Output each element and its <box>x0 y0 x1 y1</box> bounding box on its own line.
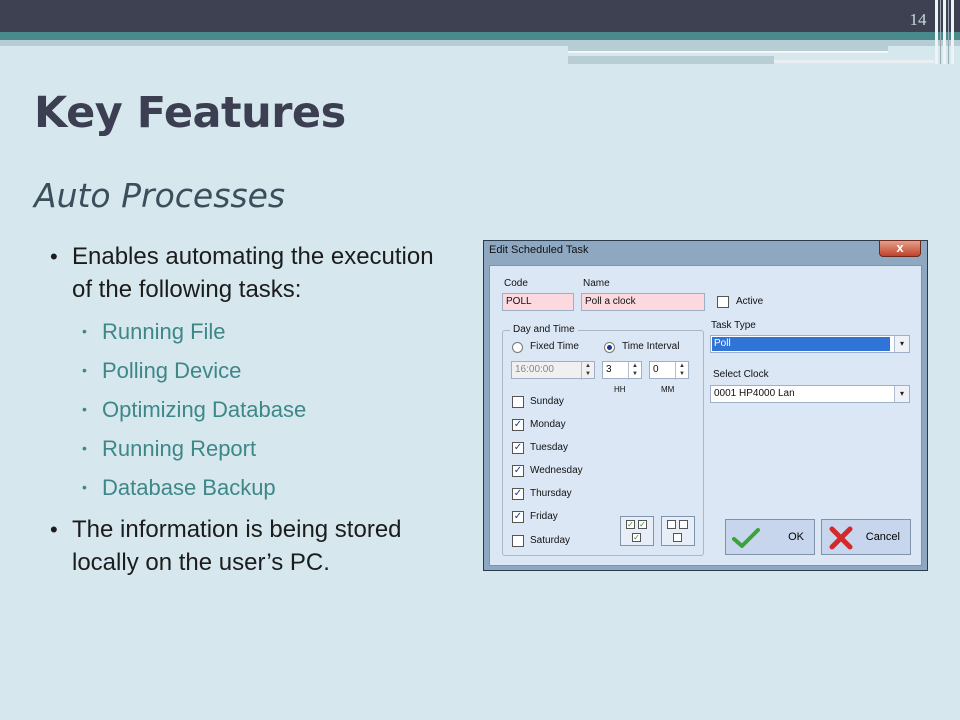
code-label: Code <box>504 278 528 289</box>
thursday-checkbox[interactable]: ✓ <box>512 488 524 500</box>
mm-value: 0 <box>653 364 659 375</box>
select-clock-select[interactable]: 0001 HP4000 Lan ▾ <box>710 385 910 403</box>
slide-title: Key Features <box>34 88 346 138</box>
chevron-down-icon[interactable]: ▾ <box>894 336 909 352</box>
monday-checkbox[interactable]: ✓ <box>512 419 524 431</box>
saturday-label: Saturday <box>530 535 571 546</box>
fixed-time-label: Fixed Time <box>530 341 579 352</box>
sunday-checkbox[interactable] <box>512 396 524 408</box>
spinner-icon[interactable]: ▲ ▼ <box>581 362 594 380</box>
sub-bullet-item: Running Report <box>82 429 440 468</box>
ok-button[interactable]: OK <box>725 519 815 555</box>
clock-value: 0001 HP4000 Lan <box>714 388 795 399</box>
wednesday-checkbox[interactable]: ✓ <box>512 465 524 477</box>
thursday-label: Thursday <box>530 488 572 499</box>
name-field[interactable]: Poll a clock <box>581 293 705 311</box>
fixed-time-input[interactable]: 16:00:00 ▲ ▼ <box>511 361 595 380</box>
top-accent-band <box>0 32 960 40</box>
name-label: Name <box>583 278 610 289</box>
sub-bullet-item: Optimizing Database <box>82 390 440 429</box>
close-icon: x <box>896 240 904 255</box>
sub-bullet-item: Database Backup <box>82 468 440 507</box>
hh-label: HH <box>614 385 626 394</box>
mm-label: MM <box>661 385 675 394</box>
task-type-select[interactable]: Poll ▾ <box>710 335 910 353</box>
decor-line <box>935 0 938 64</box>
edit-scheduled-task-dialog: Edit Scheduled Task x Code POLL Name Pol… <box>483 240 928 571</box>
time-interval-radio[interactable] <box>604 342 615 353</box>
cancel-button[interactable]: Cancel <box>821 519 911 555</box>
sub-bullet-item: Polling Device <box>82 351 440 390</box>
dialog-title: Edit Scheduled Task <box>489 244 589 256</box>
decor-line <box>951 0 954 64</box>
checked-box-icon: ✓ <box>626 520 635 529</box>
checkmark-icon <box>732 528 760 548</box>
time-interval-label: Time Interval <box>622 341 680 352</box>
decor-strip <box>568 56 774 64</box>
sub-bullet-list: Running File Polling Device Optimizing D… <box>50 312 440 507</box>
friday-label: Friday <box>530 511 558 522</box>
cancel-label: Cancel <box>865 531 900 543</box>
spinner-icon[interactable]: ▲ ▼ <box>675 362 688 380</box>
spinner-icon[interactable]: ▲ ▼ <box>628 362 641 380</box>
tuesday-checkbox[interactable]: ✓ <box>512 442 524 454</box>
code-field[interactable]: POLL <box>502 293 574 311</box>
check-icon: ✓ <box>513 488 523 499</box>
wednesday-label: Wednesday <box>530 465 583 476</box>
cancel-x-icon <box>829 526 853 550</box>
sub-bullet-item: Running File <box>82 312 440 351</box>
decor-strip <box>774 60 934 63</box>
task-type-label: Task Type <box>711 320 756 331</box>
check-all-button[interactable]: ✓ ✓ ✓ <box>620 516 654 546</box>
top-header-band <box>0 0 960 32</box>
decor-line <box>940 0 941 64</box>
empty-box-icon <box>679 520 688 529</box>
hh-value: 3 <box>606 364 612 375</box>
task-type-value: Poll <box>712 337 890 351</box>
monday-label: Monday <box>530 419 566 430</box>
uncheck-all-button[interactable] <box>661 516 695 546</box>
empty-box-icon <box>673 533 682 542</box>
checked-box-icon: ✓ <box>632 533 641 542</box>
mm-input[interactable]: 0 ▲ ▼ <box>649 361 689 380</box>
group-title: Day and Time <box>510 324 578 335</box>
close-button[interactable]: x <box>879 240 921 257</box>
decor-strip <box>568 51 888 53</box>
bullet-list: Enables automating the execution of the … <box>50 240 440 585</box>
empty-box-icon <box>667 520 676 529</box>
active-label: Active <box>736 296 764 307</box>
tuesday-label: Tuesday <box>530 442 568 453</box>
ok-label: OK <box>788 531 804 543</box>
check-icon: ✓ <box>513 419 523 430</box>
sunday-label: Sunday <box>530 396 564 407</box>
check-icon: ✓ <box>513 465 523 476</box>
slide-number: 14 <box>909 10 927 29</box>
check-icon: ✓ <box>513 511 523 522</box>
hh-input[interactable]: 3 ▲ ▼ <box>602 361 642 380</box>
fixed-time-radio[interactable] <box>512 342 523 353</box>
bullet-item: Enables automating the execution of the … <box>50 240 440 306</box>
decor-line <box>943 0 946 64</box>
chevron-down-icon[interactable]: ▾ <box>894 386 909 402</box>
saturday-checkbox[interactable] <box>512 535 524 547</box>
friday-checkbox[interactable]: ✓ <box>512 511 524 523</box>
check-icon: ✓ <box>513 442 523 453</box>
bullet-item: The information is being stored locally … <box>50 513 440 579</box>
dialog-body: Code POLL Name Poll a clock Active Day a… <box>489 265 922 566</box>
slide-subtitle: Auto Processes <box>34 176 286 215</box>
select-clock-label: Select Clock <box>713 369 769 380</box>
checked-box-icon: ✓ <box>638 520 647 529</box>
fixed-time-value: 16:00:00 <box>515 364 554 375</box>
decor-line <box>948 0 949 64</box>
active-checkbox[interactable] <box>717 296 729 308</box>
